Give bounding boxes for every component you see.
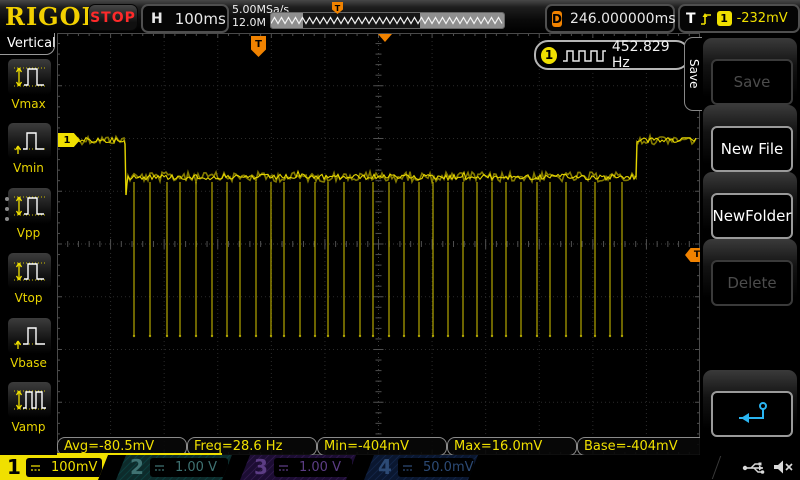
vamp-icon [11, 386, 49, 414]
sidebar-item-vtop-label: Vtop [0, 291, 57, 305]
oscilloscope-screen: RIGOL STOP H 100ms 5.00MSa/s 12.0M pts T… [0, 0, 800, 480]
new-folder-button[interactable]: NewFolder [711, 193, 793, 239]
center-marker-icon [378, 34, 392, 42]
page-indicator-dot [5, 207, 9, 211]
page-indicator-dot [5, 197, 9, 201]
timebase-value: 100ms [175, 10, 226, 28]
left-menu-title: Vertical [7, 36, 56, 51]
trigger-label: T [686, 11, 696, 27]
channel4-number: 4 [378, 455, 392, 480]
channel1-number: 1 [7, 455, 21, 480]
delete-button[interactable]: Delete [711, 260, 793, 306]
delay-value: 246.000000ms [570, 11, 676, 27]
frequency-counter: 1 452.829 Hz [534, 40, 690, 70]
preview-wave [271, 13, 504, 28]
trigger-level-value: -232mV [737, 11, 788, 26]
channel4-tile[interactable]: 4 50.0mV [364, 455, 482, 480]
sidebar-item-vmin-label: Vmin [0, 161, 57, 175]
dc-coupling-icon [403, 464, 412, 472]
dc-coupling-icon [279, 464, 288, 472]
waveform-display [57, 33, 700, 455]
channel3-tile[interactable]: 3 1.00 V [240, 455, 360, 480]
vbase-icon [11, 322, 49, 350]
graticule-area [57, 33, 700, 455]
trigger-channel-badge: 1 [717, 11, 732, 26]
vtop-icon [11, 257, 49, 285]
square-wave-icon [562, 48, 606, 63]
measurement-base: Base=-404mV [577, 437, 707, 456]
sidebar-item-vpp-label: Vpp [0, 226, 57, 240]
dc-coupling-icon [155, 464, 164, 472]
trigger-readout: T 1 -232mV [678, 4, 800, 33]
channel3-scale: 1.00 V [299, 460, 341, 475]
back-button[interactable] [711, 391, 793, 437]
channel2-number: 2 [130, 455, 144, 480]
channel3-number: 3 [254, 455, 268, 480]
sidebar-item-vmin[interactable] [7, 122, 52, 160]
waveform-preview-strip [270, 12, 505, 29]
channel4-scale-box: 50.0mV [398, 458, 474, 477]
run-state-label: STOP [90, 10, 136, 26]
vpp-icon [11, 192, 49, 220]
rigol-logo: RIGOL [5, 2, 99, 31]
sidebar-item-vbase-label: Vbase [0, 356, 57, 370]
freq-value: 452.829 Hz [612, 39, 688, 71]
save-button[interactable]: Save [711, 59, 793, 105]
sidebar-item-vamp[interactable] [7, 381, 52, 419]
page-indicator-dot [5, 217, 9, 221]
delay-label-badge: D [552, 11, 562, 27]
sidebar-item-vmax-label: Vmax [0, 97, 57, 111]
channel4-scale: 50.0mV [423, 460, 474, 475]
vmin-icon [11, 127, 49, 155]
timebase-label: H [151, 11, 163, 27]
measurement-min: Min=-404mV [317, 437, 447, 456]
channel3-scale-box: 1.00 V [274, 458, 352, 477]
header-bar: RIGOL STOP H 100ms 5.00MSa/s 12.0M pts T… [0, 0, 800, 33]
channel1-scale-box: 100mV [26, 458, 102, 477]
sidebar-item-vmax[interactable] [7, 58, 52, 96]
channel2-scale-box: 1.00 V [150, 458, 228, 477]
freq-channel-badge: 1 [541, 47, 557, 64]
left-menu-tab: Vertical [0, 33, 55, 55]
new-file-button[interactable]: New File [711, 126, 793, 172]
speaker-muted-icon [772, 458, 794, 476]
return-arrow-icon [731, 401, 773, 427]
channel2-tile[interactable]: 2 1.00 V [116, 455, 236, 480]
channel1-scale: 100mV [51, 460, 97, 475]
run-state-badge: STOP [88, 4, 138, 31]
vmax-icon [11, 63, 49, 91]
channel2-scale: 1.00 V [175, 460, 217, 475]
channel1-tile[interactable]: 1 100mV [0, 455, 112, 480]
dc-coupling-icon [31, 464, 40, 472]
usb-icon [742, 460, 768, 476]
delay-readout: D 246.000000ms [545, 4, 675, 33]
sidebar-item-vamp-label: Vamp [0, 420, 57, 434]
right-menu-tab: Save [684, 37, 702, 111]
measurement-max: Max=16.0mV [447, 437, 577, 456]
timebase-readout: H 100ms [141, 4, 229, 33]
sidebar-item-vtop[interactable] [7, 252, 52, 290]
rising-edge-icon [700, 11, 713, 27]
sidebar-item-vpp[interactable] [7, 187, 52, 225]
sidebar-item-vbase[interactable] [7, 317, 52, 355]
